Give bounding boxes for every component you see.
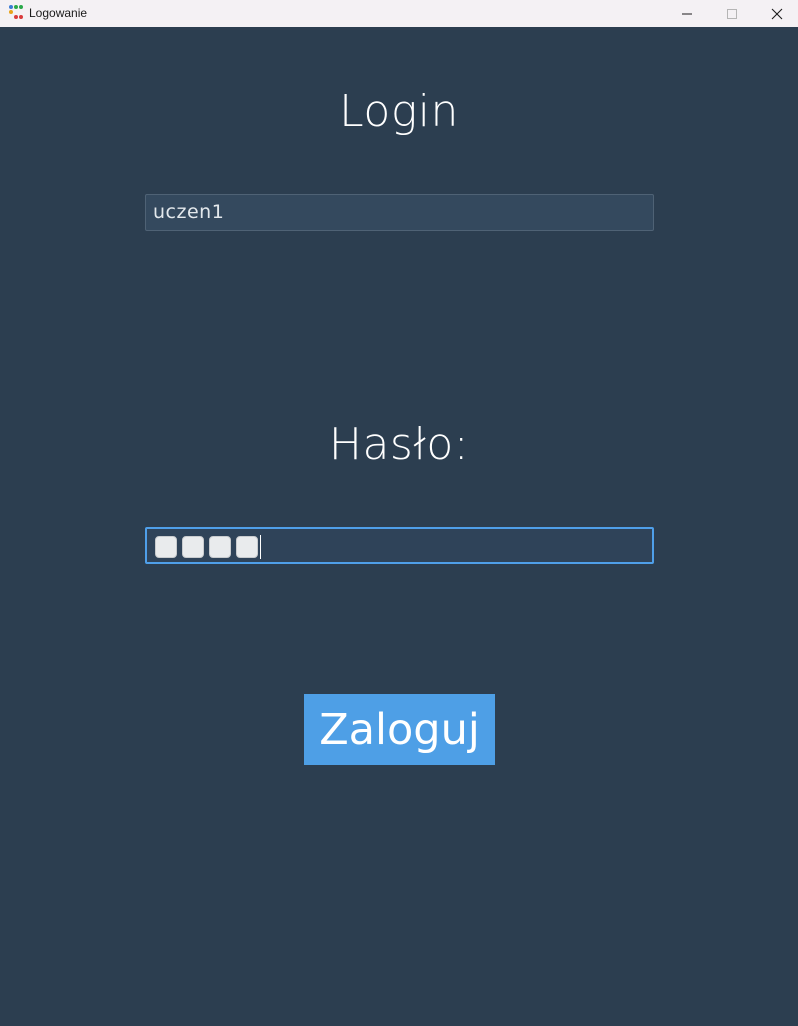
app-icon	[9, 5, 23, 19]
login-input-value: uczen1	[153, 201, 225, 223]
password-mask-char	[236, 536, 258, 558]
close-icon	[771, 8, 783, 19]
login-button[interactable]: Zaloguj	[304, 694, 495, 765]
login-input[interactable]: uczen1	[145, 194, 654, 231]
window-title: Logowanie	[29, 6, 88, 20]
maximize-button[interactable]	[709, 0, 755, 27]
password-mask-char	[182, 536, 204, 558]
password-mask-char	[155, 536, 177, 558]
close-button[interactable]	[754, 0, 798, 27]
password-input[interactable]	[145, 527, 654, 564]
password-heading: Hasło:	[328, 419, 470, 470]
text-caret	[260, 535, 261, 559]
login-window: Logowanie Login uczen1 Hasło: Zaloguj	[0, 0, 798, 1026]
password-mask	[155, 535, 261, 559]
minimize-icon	[682, 13, 692, 14]
minimize-button[interactable]	[664, 0, 710, 27]
password-mask-char	[209, 536, 231, 558]
login-heading: Login	[339, 86, 459, 137]
maximize-icon	[727, 8, 737, 19]
title-bar: Logowanie	[0, 0, 798, 27]
